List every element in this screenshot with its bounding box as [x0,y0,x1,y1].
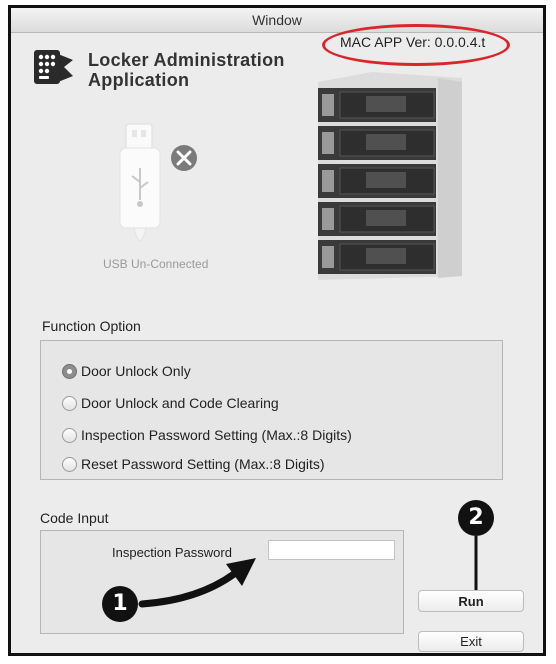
app-title-line2: Application [88,70,190,90]
exit-button[interactable]: Exit [418,631,524,652]
option-door-unlock-code-clearing[interactable]: Door Unlock and Code Clearing [62,395,279,411]
step-1-badge: 1 [102,586,138,622]
code-input-label: Code Input [40,510,109,526]
option-inspection-password-setting[interactable]: Inspection Password Setting (Max.:8 Digi… [62,427,352,443]
window-title: Window [252,12,302,28]
option-label: Reset Password Setting (Max.:8 Digits) [81,456,325,472]
option-reset-password-setting[interactable]: Reset Password Setting (Max.:8 Digits) [62,456,325,472]
step-2-badge: 2 [458,500,494,536]
usb-disconnected-icon [119,123,197,241]
radio-button[interactable] [62,427,77,443]
app-logo-icon [34,50,73,84]
option-door-unlock-only[interactable]: Door Unlock Only [62,363,191,379]
app-title: Locker Administration Application [88,50,285,90]
locker-cabinet-illustration [318,72,462,280]
option-label: Door Unlock and Code Clearing [81,395,279,411]
radio-button[interactable] [62,395,77,411]
version-highlight-oval [322,24,510,66]
app-title-line1: Locker Administration [88,50,285,70]
run-button[interactable]: Run [418,590,524,612]
radio-button[interactable] [62,363,77,379]
function-option-label: Function Option [42,318,141,334]
step-2-pointer-line [474,536,478,590]
step-1-arrow-icon [138,558,256,608]
option-label: Door Unlock Only [81,363,191,379]
usb-status-text: USB Un-Connected [103,257,209,271]
radio-button[interactable] [62,456,77,472]
option-label: Inspection Password Setting (Max.:8 Digi… [81,427,352,443]
inspection-password-input[interactable] [268,540,395,560]
